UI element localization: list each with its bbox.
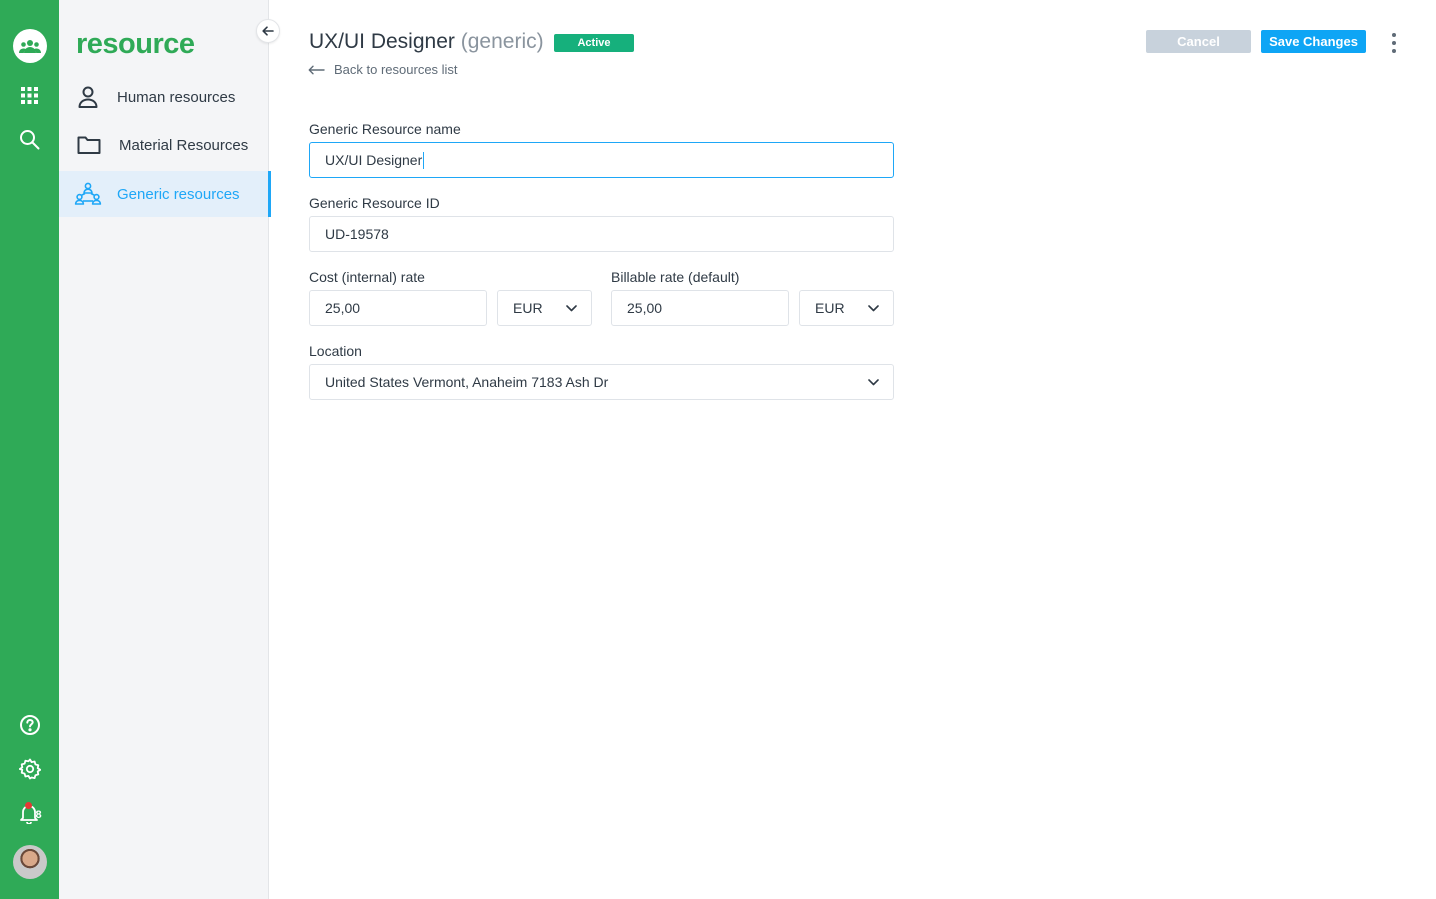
people-network-icon [59,182,117,206]
apps-grid-icon[interactable] [0,84,59,106]
back-to-list-link[interactable]: Back to resources list [308,62,458,77]
user-avatar[interactable] [0,845,59,879]
chevron-down-icon [868,378,879,386]
person-icon [59,86,117,108]
arrow-left-icon [262,26,274,36]
notification-count: 8 [35,809,42,821]
sidebar-item-generic-resources[interactable]: Generic resources [59,171,271,217]
notifications-bell-icon[interactable]: 8 [0,800,59,826]
billable-rate-input[interactable]: 25,00 [611,290,789,326]
settings-gear-icon[interactable] [0,757,59,781]
resource-id-input[interactable]: UD-19578 [309,216,894,252]
billable-rate-label: Billable rate (default) [611,269,740,285]
location-select[interactable]: United States Vermont, Anaheim 7183 Ash … [309,364,894,400]
cost-rate-value: 25,00 [325,300,361,316]
sidebar: resource Human resources Material Resour… [59,0,280,899]
search-icon[interactable] [0,127,59,151]
resource-id-value: UD-19578 [325,226,389,242]
cancel-button[interactable]: Cancel [1146,30,1251,53]
page-title: UX/UI Designer (generic) [309,30,544,54]
notification-dot [24,802,32,809]
sidebar-item-human-resources[interactable]: Human resources [59,74,271,120]
text-cursor [423,151,425,169]
cost-currency-select[interactable]: EUR [497,290,592,326]
name-field-label: Generic Resource name [309,121,461,137]
sidebar-item-label: Material Resources [119,136,249,154]
collapse-sidebar-button[interactable] [256,19,280,43]
page-title-text: UX/UI Designer [309,30,455,53]
billable-currency-select[interactable]: EUR [799,290,894,326]
brand-logo: resource [76,28,195,60]
id-field-label: Generic Resource ID [309,195,440,211]
app-rail: 8 [0,0,59,899]
arrow-left-icon [308,65,334,75]
cost-currency-value: EUR [513,300,543,316]
back-link-label: Back to resources list [334,62,458,77]
sidebar-item-material-resources[interactable]: Material Resources [59,122,271,168]
sidebar-item-label: Human resources [117,88,236,106]
sidebar-item-label: Generic resources [117,185,240,203]
help-icon[interactable] [0,713,59,737]
chevron-down-icon [868,304,879,312]
resource-name-input[interactable]: UX/UI Designer [309,142,894,178]
billable-currency-value: EUR [815,300,845,316]
more-options-icon[interactable] [1384,31,1404,55]
page-title-suffix: (generic) [460,30,544,53]
chevron-down-icon [566,304,577,312]
cost-rate-input[interactable]: 25,00 [309,290,487,326]
status-badge: Active [554,34,634,52]
location-label: Location [309,343,362,359]
save-changes-button[interactable]: Save Changes [1261,30,1366,53]
cost-rate-label: Cost (internal) rate [309,269,425,285]
app-logo-icon[interactable] [0,29,59,63]
folder-icon [59,135,119,155]
billable-rate-value: 25,00 [627,300,663,316]
location-value: United States Vermont, Anaheim 7183 Ash … [325,374,609,390]
resource-name-value: UX/UI Designer [325,152,423,168]
